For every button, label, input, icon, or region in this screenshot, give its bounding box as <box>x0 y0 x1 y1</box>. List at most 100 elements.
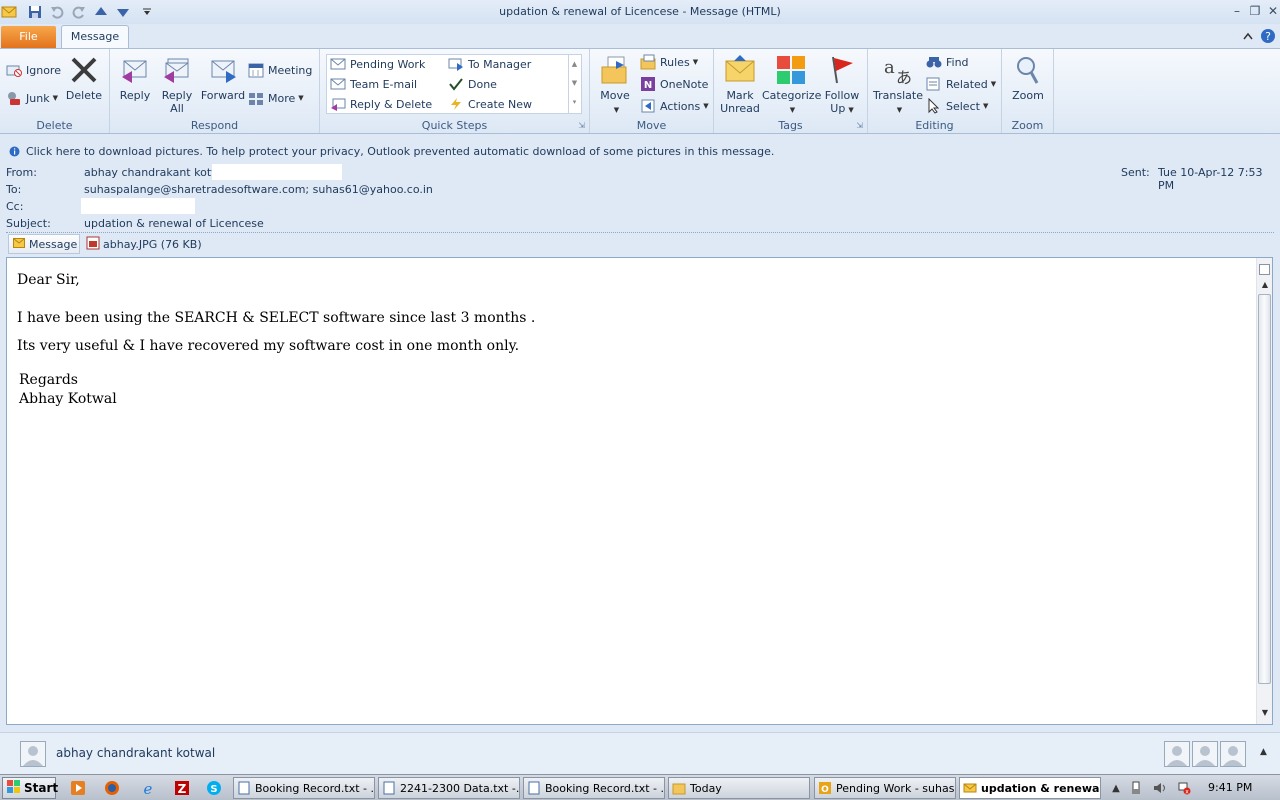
task-booking-record-1[interactable]: Booking Record.txt - ... <box>233 777 375 799</box>
actions-button[interactable]: Actions ▼ <box>640 97 709 115</box>
close-icon[interactable]: ✕ <box>1264 2 1280 20</box>
message-tab[interactable]: Message <box>8 234 80 254</box>
usb-device-icon[interactable] <box>1128 780 1144 796</box>
junk-icon <box>6 90 22 106</box>
task-today-folder[interactable]: Today <box>668 777 810 799</box>
start-button[interactable]: Start <box>2 777 58 799</box>
minimize-icon[interactable]: – <box>1228 2 1246 20</box>
task-current-message[interactable]: updation & renewa... <box>959 777 1101 799</box>
sent-label: Sent: <box>1121 166 1150 179</box>
quickstep-reply-delete[interactable]: Reply & Delete <box>330 95 432 113</box>
zoom-button[interactable]: Zoom <box>1006 51 1050 102</box>
mark-unread-label-2: Unread <box>720 102 760 115</box>
task-pending-work[interactable]: O Pending Work - suhas... <box>814 777 956 799</box>
onenote-button[interactable]: N OneNote <box>640 75 708 93</box>
restore-icon[interactable]: ❐ <box>1246 2 1264 20</box>
editing-group-label: Editing <box>915 119 954 132</box>
help-icon[interactable]: ? <box>1260 28 1276 44</box>
download-pictures-infobar[interactable]: Click here to download pictures. To help… <box>0 143 1280 161</box>
message-tab-label: Message <box>29 237 78 251</box>
from-redacted <box>212 164 342 180</box>
greeting-line: Dear Sir, <box>17 272 80 288</box>
quickstep-team-email[interactable]: Team E-mail <box>330 75 417 93</box>
show-hidden-icons-icon[interactable]: ▲ <box>1108 780 1124 796</box>
network-warning-icon[interactable]: x <box>1176 780 1192 796</box>
svg-text:?: ? <box>1265 30 1271 43</box>
task-booking-record-2[interactable]: Booking Record.txt - ... <box>523 777 665 799</box>
avatar[interactable] <box>1220 741 1246 767</box>
actions-label: Actions <box>660 99 701 113</box>
quickstep-done[interactable]: Done <box>448 75 497 93</box>
windows-logo-icon <box>7 779 21 797</box>
rules-button[interactable]: Rules ▼ <box>640 53 698 71</box>
view-toggle-icon[interactable] <box>1259 264 1270 275</box>
more-label: More <box>268 91 296 105</box>
scroll-down-icon[interactable]: ▼ <box>1259 708 1271 720</box>
select-button[interactable]: Select ▼ <box>926 97 988 115</box>
svg-text:あ: あ <box>896 68 912 85</box>
onenote-label: OneNote <box>660 77 709 91</box>
filezilla-icon[interactable]: Z <box>174 780 190 796</box>
translate-button[interactable]: aあ Translate ▼ <box>872 51 924 117</box>
quickstep-to-manager[interactable]: To Manager <box>448 55 531 73</box>
avatar[interactable] <box>1164 741 1190 767</box>
forward-button[interactable]: Forward <box>200 51 246 102</box>
lightning-icon <box>448 96 464 112</box>
junk-button[interactable]: Junk ▼ <box>6 89 58 107</box>
more-respond-button[interactable]: More ▼ <box>248 89 304 107</box>
more-icon <box>248 90 264 106</box>
calendar-icon <box>248 62 264 78</box>
categorize-label: Categorize <box>762 89 822 102</box>
mark-unread-button[interactable]: Mark Unread <box>718 51 762 115</box>
editing-group: aあ Translate ▼ Find Related ▼ Select ▼ Edi… <box>868 49 1002 133</box>
move-button[interactable]: Move ▼ <box>596 51 634 117</box>
clock[interactable]: 9:41 PM <box>1208 781 1252 794</box>
meeting-button[interactable]: Meeting <box>248 61 312 79</box>
message-body[interactable]: Dear Sir, I have been using the SEARCH &… <box>6 257 1273 725</box>
follow-up-button[interactable]: Follow Up ▼ <box>820 51 864 117</box>
skype-icon[interactable]: S <box>206 780 222 796</box>
team-email-icon <box>330 76 346 92</box>
related-button[interactable]: Related ▼ <box>926 75 996 93</box>
quickstep-pending-work[interactable]: Pending Work <box>330 55 425 73</box>
delete-button[interactable]: Delete <box>64 51 104 102</box>
delete-group: Ignore Junk ▼ Delete Delete <box>0 49 110 133</box>
scrollbar-thumb[interactable] <box>1258 294 1271 684</box>
attachment-file[interactable]: abhay.JPG (76 KB) <box>86 235 202 253</box>
volume-icon[interactable] <box>1152 780 1168 796</box>
avatar[interactable] <box>20 741 46 767</box>
follow-up-label-2: Up <box>830 102 846 115</box>
tab-file[interactable]: File <box>1 26 56 48</box>
media-player-icon[interactable] <box>70 780 86 796</box>
avatar[interactable] <box>1192 741 1218 767</box>
internet-explorer-icon[interactable]: e <box>140 780 156 796</box>
svg-text:x: x <box>1185 789 1189 796</box>
chevron-down-icon: ▼ <box>982 102 989 110</box>
svg-text:a: a <box>884 57 895 78</box>
quick-steps-scroll[interactable]: ▲ ▼ ▾ <box>568 55 580 113</box>
from-value[interactable]: abhay chandrakant kotwal <box>84 166 230 179</box>
categorize-button[interactable]: Categorize ▼ <box>762 51 822 117</box>
dialog-launcher-icon[interactable]: ⇲ <box>578 121 585 130</box>
flag-icon <box>826 53 858 87</box>
task-data-file[interactable]: 2241-2300 Data.txt -... <box>378 777 520 799</box>
quick-steps-group-label: Quick Steps <box>421 119 488 132</box>
collapse-ribbon-icon[interactable] <box>1240 28 1256 44</box>
vertical-scrollbar[interactable]: ▲ ▼ <box>1256 258 1272 724</box>
find-button[interactable]: Find <box>926 53 969 71</box>
firefox-icon[interactable] <box>104 780 120 796</box>
chevron-down-icon: ▼ <box>692 58 699 66</box>
ignore-button[interactable]: Ignore <box>6 61 61 79</box>
image-file-icon <box>86 236 100 253</box>
closing-line: Regards <box>19 372 78 388</box>
subject-value: updation & renewal of Licencese <box>84 217 264 230</box>
categorize-icon <box>775 53 807 87</box>
to-value[interactable]: suhaspalange@sharetradesoftware.com; suh… <box>84 183 433 196</box>
tab-message[interactable]: Message <box>61 25 129 48</box>
dialog-launcher-icon[interactable]: ⇲ <box>856 121 863 130</box>
reply-button[interactable]: Reply <box>116 51 154 102</box>
expand-people-pane-icon[interactable]: ▲ <box>1260 747 1267 757</box>
reply-all-button[interactable]: Reply All <box>158 51 196 115</box>
quickstep-create-new[interactable]: Create New <box>448 95 532 113</box>
scroll-up-icon[interactable]: ▲ <box>1259 280 1271 292</box>
